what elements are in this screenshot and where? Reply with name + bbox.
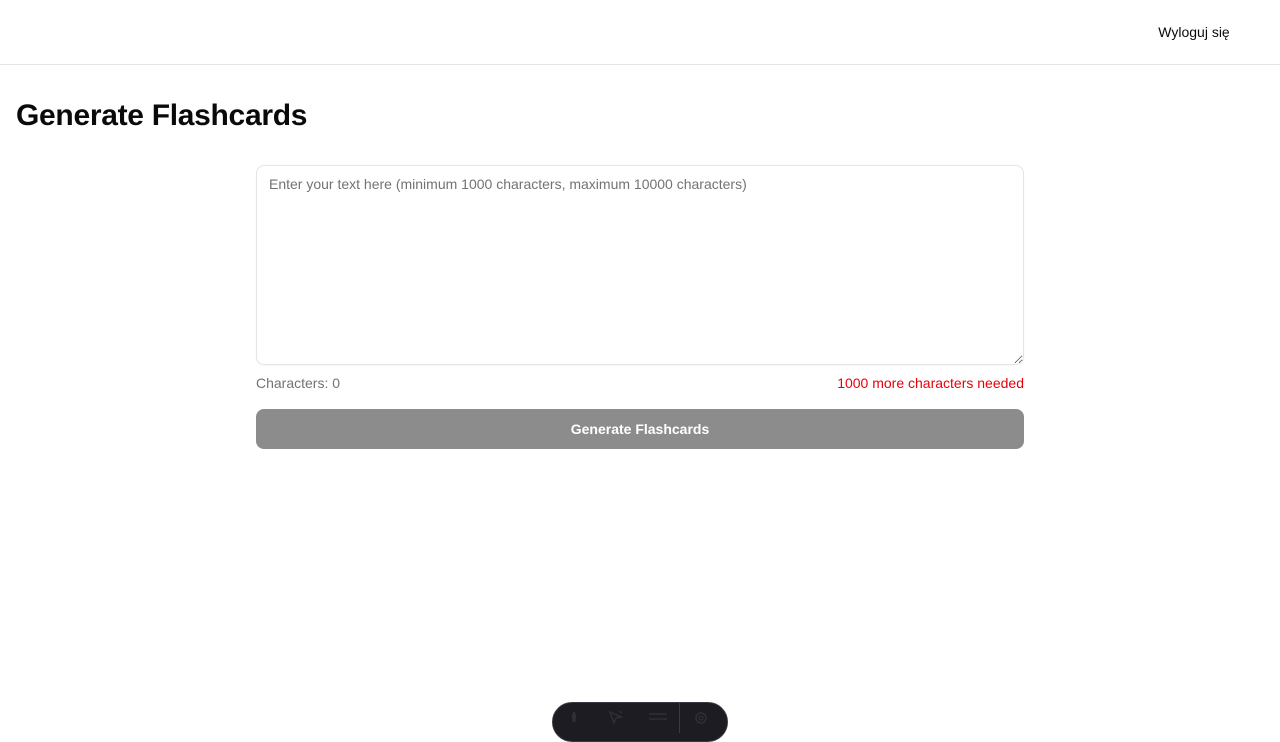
pointer-icon: [608, 710, 624, 725]
top-navigation-bar: Wyloguj się: [0, 0, 1280, 65]
character-count-label: Characters:: [256, 375, 333, 391]
source-text-input[interactable]: [256, 165, 1024, 365]
logout-button[interactable]: Wyloguj się: [1140, 16, 1248, 48]
character-counter-row: Characters: 0 1000 more characters neede…: [256, 373, 1024, 393]
menu-icon: [649, 713, 667, 720]
dev-toolbar-rocket-button[interactable]: [553, 709, 595, 729]
rocket-icon: [571, 711, 577, 722]
character-count: Characters: 0: [256, 375, 340, 391]
dev-toolbar-settings-button[interactable]: [680, 709, 722, 729]
dev-toolbar: [552, 702, 728, 742]
page-title: Generate Flashcards: [16, 99, 308, 132]
dev-toolbar-pointer-button[interactable]: [595, 709, 637, 729]
gear-icon: [695, 712, 707, 724]
dev-toolbar-menu-button[interactable]: [637, 709, 679, 729]
character-count-value: 0: [332, 375, 341, 391]
flashcard-generation-form: Characters: 0 1000 more characters neede…: [256, 165, 1024, 449]
generate-flashcards-button[interactable]: Generate Flashcards: [256, 409, 1024, 449]
characters-needed-message: 1000 more characters needed: [837, 375, 1024, 391]
